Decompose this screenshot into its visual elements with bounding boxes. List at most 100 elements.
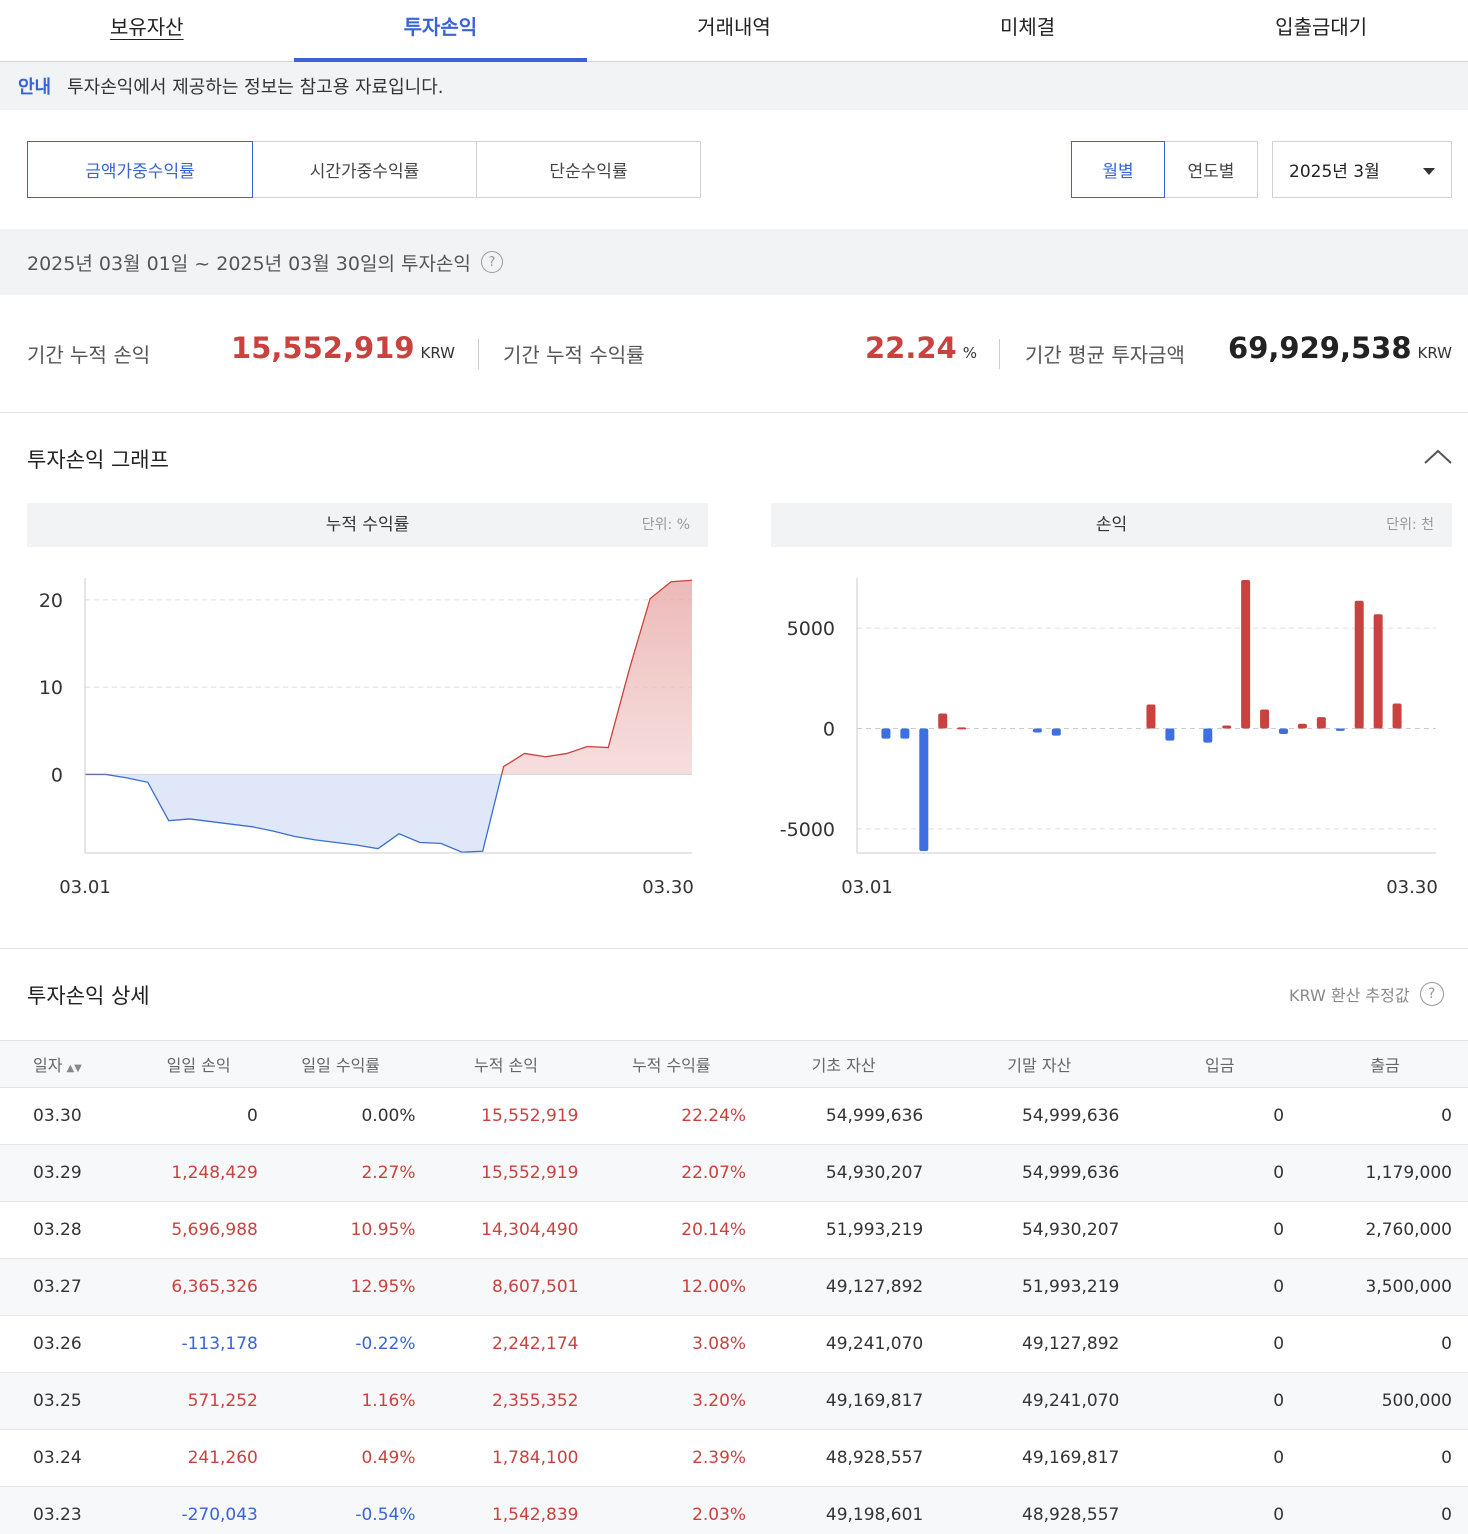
bar [1392,703,1402,729]
cell-begin-asset: 48,928,557 [746,1429,942,1487]
cell-begin-asset: 51,993,219 [746,1201,942,1259]
cell-begin-asset: 49,198,601 [746,1486,942,1534]
bar [938,713,948,729]
help-icon[interactable]: ? [1419,982,1444,1006]
cell-deposit: 0 [1137,1315,1303,1373]
cell-cum-rate: 12.00% [596,1258,747,1316]
avg-invest-amount: 69,929,538 [1228,331,1412,365]
cell-end-asset: 49,169,817 [941,1429,1138,1487]
rate-option-time-weighted[interactable]: 시간가중수익률 [252,141,477,198]
help-icon[interactable]: ? [480,251,503,273]
cum-pnl-value: 15,552,919 KRW [231,331,455,365]
table-row: 03.28 5,696,988 10.95% 14,304,490 20.14% 51,9… [0,1201,1468,1259]
table-header-row: 일자 ▲▼ 일일 손익 일일 수익률 누적 손익 누적 수익률 기초 자산 기말 … [0,1040,1468,1088]
chevron-up-icon[interactable] [1423,446,1453,466]
period-option-monthly[interactable]: 월별 [1071,141,1165,198]
x-tick-label: 03.30 [642,877,694,898]
column-header-withdraw: 출금 [1302,1040,1468,1088]
cell-begin-asset: 54,999,636 [746,1087,942,1145]
month-select[interactable]: 2025년 3월 [1272,141,1452,198]
cell-withdraw: 0 [1302,1315,1468,1373]
cell-daily-rate: -0.54% [265,1486,416,1534]
y-tick-label: 5000 [787,618,835,640]
cell-cum-rate: 22.24% [596,1087,747,1145]
cell-withdraw: 0 [1302,1486,1468,1534]
sort-icon[interactable]: ▲▼ [66,1063,81,1074]
x-tick-label: 03.01 [841,877,893,898]
cell-deposit: 0 [1137,1087,1303,1145]
cell-cum-rate: 22.07% [596,1144,747,1202]
notice-text: 투자손익에서 제공하는 정보는 참고용 자료입니다. [67,77,444,98]
bar [1354,600,1364,729]
avg-invest-label: 기간 평균 투자금액 [1025,343,1185,367]
cell-date: 03.25 [0,1372,132,1430]
krw-note: KRW 환산 추정값 ? [1289,982,1444,1006]
cum-rate-unit: % [962,344,977,362]
cell-end-asset: 49,127,892 [941,1315,1138,1373]
cell-cum-pnl: 14,304,490 [415,1201,597,1259]
cell-end-asset: 54,999,636 [941,1144,1138,1202]
cell-deposit: 0 [1137,1258,1303,1316]
bar [1032,728,1042,733]
bar [957,727,967,730]
cell-daily-pnl: 241,260 [131,1429,266,1487]
cell-cum-rate: 2.03% [596,1486,747,1534]
y-tick-label: 10 [39,677,63,699]
bar [1051,728,1061,736]
rate-option-money-weighted[interactable]: 금액가중수익률 [27,141,253,198]
cum-rate-chart-title: 누적 수익률 [325,515,410,535]
x-tick-label: 03.30 [1386,877,1438,898]
cell-deposit: 0 [1137,1486,1303,1534]
cell-cum-pnl: 15,552,919 [415,1144,597,1202]
cell-daily-pnl: -270,043 [131,1486,266,1534]
cell-end-asset: 51,993,219 [941,1258,1138,1316]
cell-date: 03.29 [0,1144,132,1202]
bar [1241,580,1251,729]
column-header-date[interactable]: 일자 ▲▼ [0,1040,132,1088]
tab-deposit-withdraw-pending[interactable]: 입출금대기 [1174,0,1468,61]
tab-holdings[interactable]: 보유자산 [0,0,294,61]
cell-daily-rate: 0.00% [265,1087,416,1145]
column-header-daily-pnl: 일일 손익 [131,1040,266,1088]
cell-cum-rate: 20.14% [596,1201,747,1259]
cell-deposit: 0 [1137,1372,1303,1430]
summary-divider [478,339,479,369]
column-header-begin-asset: 기초 자산 [746,1040,942,1088]
y-tick-label: -5000 [780,819,835,841]
tab-unfilled[interactable]: 미체결 [881,0,1175,61]
cell-withdraw: 0 [1302,1429,1468,1487]
period-heading-text: 2025년 03월 01일 ~ 2025년 03월 30일의 투자손익 [27,252,471,275]
bar [1373,614,1383,729]
cell-daily-rate: 2.27% [265,1144,416,1202]
cell-deposit: 0 [1137,1429,1303,1487]
pnl-chart-header: 손익 단위: 천 [771,503,1452,547]
cell-cum-pnl: 2,242,174 [415,1315,597,1373]
cell-daily-pnl: 6,365,326 [131,1258,266,1316]
summary-divider [999,339,1000,369]
cum-pnl-label: 기간 누적 손익 [27,343,151,367]
bar [919,728,929,851]
tab-investment-pnl[interactable]: 투자손익 [293,0,588,62]
tab-transactions[interactable]: 거래내역 [587,0,881,61]
bar [1297,723,1307,729]
cell-cum-pnl: 1,542,839 [415,1486,597,1534]
pnl-chart-title: 손익 [1095,515,1128,535]
table-row: 03.30 0 0.00% 15,552,919 22.24% 54,999,636 54,… [0,1087,1468,1145]
cell-cum-pnl: 2,355,352 [415,1372,597,1430]
cell-begin-asset: 54,930,207 [746,1144,942,1202]
notice-badge: 안내 [18,77,52,98]
period-option-yearly[interactable]: 연도별 [1164,141,1258,198]
tab-transactions-label: 거래내역 [697,15,771,39]
cell-daily-pnl: 571,252 [131,1372,266,1430]
tab-unfilled-label: 미체결 [999,15,1056,39]
rate-option-simple[interactable]: 단순수익률 [476,141,701,198]
table-row: 03.25 571,252 1.16% 2,355,352 3.20% 49,169,81… [0,1372,1468,1430]
summary-panel: 기간 누적 손익 15,552,919 KRW 기간 누적 수익률 22.24% … [0,295,1468,413]
cell-daily-rate: 0.49% [265,1429,416,1487]
cell-date: 03.24 [0,1429,132,1487]
cell-withdraw: 500,000 [1302,1372,1468,1430]
cum-rate-amount: 22.24 [865,331,957,365]
bar [1335,728,1345,731]
cell-daily-rate: 12.95% [265,1258,416,1316]
cell-withdraw: 0 [1302,1087,1468,1145]
